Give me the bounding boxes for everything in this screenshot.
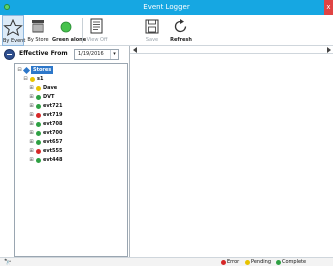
save-label: Save: [145, 37, 159, 43]
refresh-button[interactable]: Refresh: [168, 15, 194, 46]
refresh-label: Refresh: [170, 37, 192, 43]
tree-item-label: evt719: [43, 112, 63, 118]
expand-icon[interactable]: ⊞: [29, 85, 34, 91]
stores-icon: [22, 66, 31, 75]
view-off-label: View Off: [86, 37, 108, 43]
toolbar-separator: [82, 18, 83, 43]
tree-item-label: evt721: [43, 103, 63, 109]
complete-status-icon: [36, 122, 41, 127]
filter-bar: Effective From 1/19/2016 ▾: [0, 46, 128, 63]
effective-from-date-picker[interactable]: 1/19/2016 ▾: [74, 49, 119, 60]
scroll-right-icon[interactable]: [327, 47, 331, 53]
error-status-icon: [36, 113, 41, 118]
by-event-label: By Event: [3, 38, 26, 44]
close-icon[interactable]: x: [324, 0, 333, 15]
expand-icon[interactable]: ⊞: [29, 112, 34, 118]
legend-label: Pending: [251, 259, 271, 265]
tree-item-label: evt657: [43, 139, 63, 145]
date-value: 1/19/2016: [78, 51, 104, 57]
expand-icon[interactable]: ⊞: [29, 148, 34, 154]
pending-dot-icon: [245, 260, 250, 265]
tree-root-label: Stores: [31, 66, 54, 74]
filter-icon[interactable]: [4, 49, 15, 60]
close-button[interactable]: x: [324, 0, 333, 15]
view-off-button[interactable]: View Off: [85, 15, 109, 46]
binoculars-icon[interactable]: 🔭: [4, 259, 11, 266]
error-dot-icon: [221, 260, 226, 265]
tree-item-label: evt555: [43, 148, 63, 154]
expand-icon[interactable]: ⊞: [29, 157, 34, 163]
tree-item-label: evt448: [43, 157, 63, 163]
complete-status-icon: [36, 131, 41, 136]
scroll-left-icon[interactable]: [133, 47, 137, 53]
expand-icon[interactable]: ⊞: [29, 121, 34, 127]
tree-item-label: evt708: [43, 121, 63, 127]
window-title: Event Logger: [143, 3, 190, 11]
collapse-icon[interactable]: ⊟: [23, 76, 28, 82]
complete-status-icon: [36, 104, 41, 109]
complete-status-icon: [36, 158, 41, 163]
star-icon: [3, 19, 23, 36]
green-alone-label: Green alone: [52, 37, 87, 43]
by-store-label: By Store: [27, 37, 49, 43]
effective-from-label: Effective From: [19, 50, 68, 57]
tree-item-label: DVT: [43, 94, 55, 100]
by-event-button[interactable]: By Event: [2, 15, 26, 46]
save-button[interactable]: Save: [140, 15, 164, 46]
complete-dot-icon: [276, 260, 281, 265]
green-alone-button[interactable]: Green alone: [52, 15, 87, 46]
legend-label: Error: [227, 259, 240, 265]
refresh-icon: [174, 19, 187, 33]
expand-icon[interactable]: ⊞: [29, 130, 34, 136]
expand-icon[interactable]: ⊞: [29, 139, 34, 145]
tree-group-label: s1: [37, 76, 44, 82]
title-bar: Event Logger x: [0, 0, 333, 15]
document-icon: [90, 18, 103, 34]
green-dot-icon: [60, 21, 72, 33]
tree-item-label: evt700: [43, 130, 63, 136]
store-icon: [32, 20, 44, 33]
tree-item-label: Dave: [43, 85, 58, 91]
by-store-button[interactable]: By Store: [26, 15, 50, 46]
store-tree[interactable]: ⊟ Stores ⊟ s1 ⊞ Dave ⊞ DVT ⊞ evt721 ⊞ evt719 ⊞ ev…: [14, 63, 128, 257]
panel-splitter[interactable]: [129, 46, 130, 257]
legend-label: Complete: [282, 259, 307, 265]
expand-icon[interactable]: ⊞: [29, 94, 34, 100]
status-bar: 🔭 Error Pending Complete: [0, 257, 333, 266]
chevron-down-icon[interactable]: ▾: [110, 50, 118, 59]
collapse-icon[interactable]: ⊟: [17, 67, 22, 73]
expand-icon[interactable]: ⊞: [29, 103, 34, 109]
pending-status-icon: [30, 77, 35, 82]
complete-status-icon: [36, 95, 41, 100]
complete-status-icon: [36, 140, 41, 145]
toolbar: By Event By Store Green alone View Off S…: [0, 15, 333, 46]
pending-status-icon: [36, 86, 41, 91]
error-status-icon: [36, 149, 41, 154]
main-scroll-header: [130, 46, 333, 54]
save-icon: [145, 19, 159, 34]
